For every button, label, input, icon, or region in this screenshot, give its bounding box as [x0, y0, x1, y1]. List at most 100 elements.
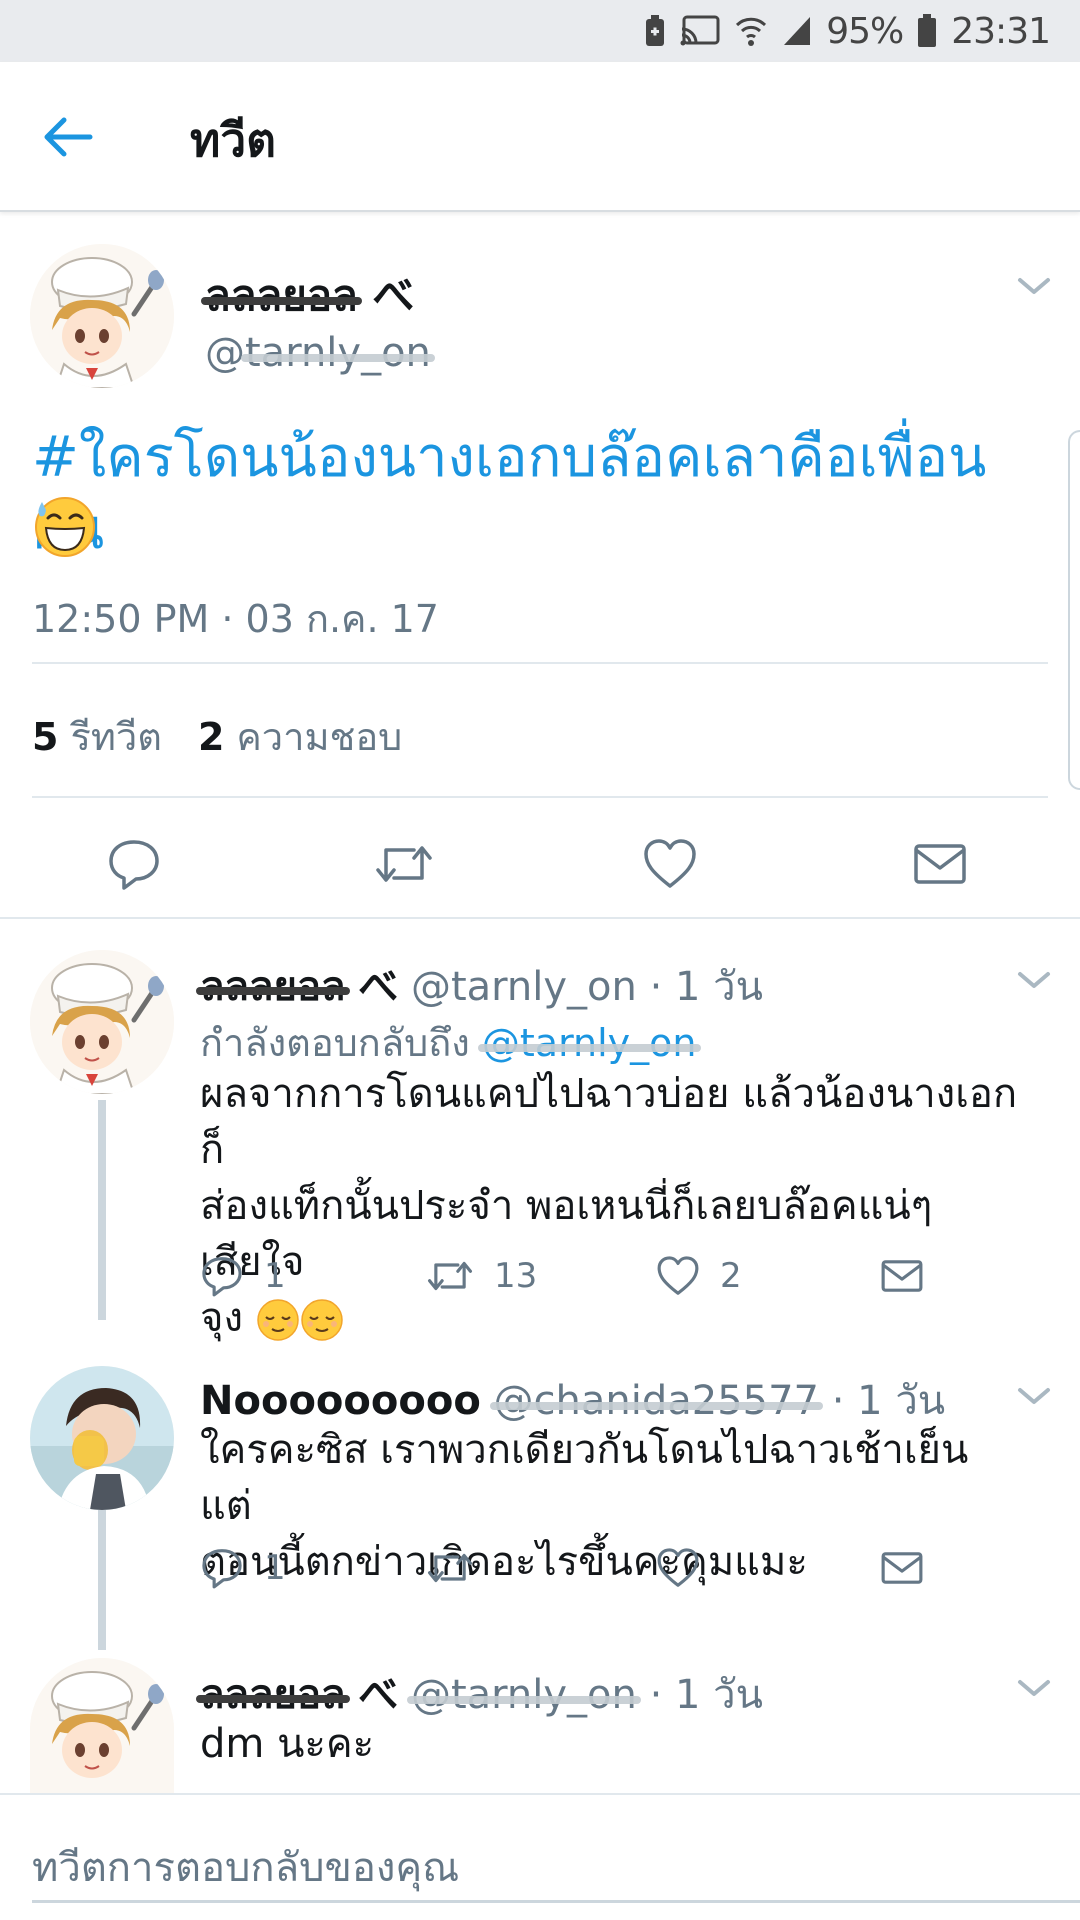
dm-button[interactable]	[880, 1546, 924, 1590]
avatar[interactable]	[30, 1366, 174, 1510]
scrollbar[interactable]	[1068, 430, 1080, 790]
tweet-stats: 5 รีทวีต 2 ความชอบ	[32, 706, 402, 767]
handle-at: @	[205, 330, 245, 376]
status-bar: 95% 23:31	[0, 0, 1080, 62]
reply-time: · 1 วัน	[649, 1672, 763, 1718]
reply-actions: 1	[200, 1546, 1000, 1606]
chevron-down-icon	[1018, 972, 1050, 988]
retweet-count: 13	[494, 1256, 538, 1296]
replying-label: กำลังตอบกลับถึง	[200, 1021, 470, 1065]
author-display-name[interactable]: Nooooooooo	[200, 1378, 481, 1424]
tweet-menu-button[interactable]	[1014, 1674, 1054, 1702]
retweet-stat[interactable]: 5 รีทวีต	[32, 706, 162, 767]
author-handle[interactable]: @chanida25577	[489, 1378, 824, 1424]
compose-divider	[0, 1793, 1080, 1795]
compose-underline	[32, 1900, 1080, 1903]
battery-saver-icon	[646, 15, 665, 46]
battery-percent: 95%	[826, 10, 904, 52]
reply-count: 1	[264, 1548, 286, 1588]
author-name-suffix: べ	[358, 1672, 399, 1718]
author-name-suffix: べ	[372, 271, 415, 320]
envelope-icon	[881, 1552, 923, 1584]
heart-icon	[657, 1256, 699, 1295]
avatar-chef-illustration	[30, 244, 174, 388]
reply-actions: 1 13 2	[200, 1254, 1000, 1314]
heart-icon	[657, 1548, 699, 1587]
replying-to-link[interactable]: @tarnly_on	[477, 1021, 701, 1065]
retweet-button[interactable]: 13	[426, 1254, 537, 1298]
grinning-sweat-emoji	[35, 497, 95, 557]
like-button[interactable]	[656, 1546, 720, 1590]
author-display-name: ลลลยอล	[201, 263, 362, 329]
retweet-icon	[428, 1553, 472, 1583]
dm-button[interactable]	[912, 836, 968, 892]
cast-icon	[680, 15, 720, 46]
dm-button[interactable]	[880, 1254, 924, 1298]
avatar-chef-illustration	[30, 1658, 174, 1794]
reply-header: ลลลยอล べ @tarnly_on · 1 วัน	[196, 954, 763, 1018]
reply-icon	[109, 840, 159, 890]
handle-text: tarnly_on	[241, 330, 435, 376]
retweet-label: รีทวีต	[70, 715, 162, 759]
retweet-button[interactable]	[374, 836, 432, 892]
divider	[32, 662, 1048, 664]
reply-count: 1	[264, 1256, 286, 1296]
page-title: ทวีต	[190, 113, 277, 167]
battery-icon	[918, 14, 937, 47]
reply-line: ผลจากการโดนแคปไปฉาวบ่อย แล้วน้องนางเอกก็	[200, 1071, 1018, 1173]
envelope-icon	[881, 1260, 923, 1292]
author-handle[interactable]: @tarnly_on	[205, 330, 435, 376]
app-bar: ทวีต	[0, 62, 1080, 212]
tweet-actions	[0, 814, 1080, 924]
author-name-suffix: べ	[358, 964, 399, 1010]
avatar[interactable]	[30, 950, 174, 1094]
avatar[interactable]	[30, 244, 174, 388]
reply-button[interactable]	[106, 836, 162, 892]
like-stat[interactable]: 2 ความชอบ	[198, 706, 402, 767]
reply-line: dm นะคะ	[200, 1721, 375, 1767]
reply-icon	[202, 1549, 242, 1589]
section-divider	[0, 917, 1080, 919]
author-name[interactable]: ลลลยอล べ	[201, 262, 415, 329]
heart-icon	[644, 839, 696, 888]
retweet-button[interactable]	[426, 1546, 494, 1590]
reply-compose-input[interactable]: ทวีตการตอบกลับของคุณ	[32, 1835, 459, 1899]
divider	[32, 796, 1048, 798]
chevron-down-icon	[1018, 1388, 1050, 1404]
chevron-down-icon	[1018, 278, 1050, 294]
author-handle[interactable]: @tarnly_on	[411, 964, 637, 1010]
reply-time: · 1 วัน	[831, 1378, 946, 1424]
retweet-icon	[428, 1261, 472, 1291]
tweet-menu-button[interactable]	[1014, 966, 1054, 994]
chevron-down-icon	[1018, 1680, 1050, 1696]
envelope-icon	[914, 844, 966, 884]
like-button[interactable]: 2	[656, 1254, 742, 1298]
author-display-name[interactable]: ลลลยอล	[196, 954, 350, 1018]
back-arrow-icon	[44, 117, 93, 157]
wifi-icon	[736, 17, 767, 46]
reply-time: · 1 วัน	[649, 964, 763, 1010]
author-handle[interactable]: @tarnly_on	[406, 1672, 641, 1718]
tweet-timestamp: 12:50 PM · 03 ก.ค. 17	[32, 597, 439, 641]
tweet-hashtag[interactable]: #ใครโดนน้องนางเอกบล๊อคเลาคือเพื่อนกัน	[32, 422, 1052, 566]
reply-button[interactable]: 1	[200, 1546, 286, 1590]
signal-icon	[784, 17, 811, 45]
reply-button[interactable]: 1	[200, 1254, 286, 1298]
thread-line	[98, 1500, 106, 1650]
like-label: ความชอบ	[236, 715, 403, 759]
like-button[interactable]	[642, 836, 698, 892]
back-button[interactable]	[40, 107, 110, 167]
tweet-menu-button[interactable]	[1014, 272, 1054, 300]
avatar[interactable]	[30, 1658, 174, 1794]
reply-text: dm นะคะ	[200, 1716, 1030, 1772]
tweet-menu-button[interactable]	[1014, 1382, 1054, 1410]
replying-to: กำลังตอบกลับถึง @tarnly_on	[200, 1012, 701, 1073]
avatar-chef-illustration	[30, 950, 174, 1094]
avatar-photo	[30, 1366, 174, 1510]
like-count: 2	[197, 715, 225, 759]
reply-icon	[202, 1257, 242, 1297]
reply-line: ใครคะซิส เราพวกเดียวกันโดนไปฉาวเช้าเย็น …	[200, 1427, 969, 1529]
like-count: 2	[720, 1256, 742, 1296]
retweet-count: 5	[32, 715, 59, 759]
clock: 23:31	[951, 10, 1051, 52]
